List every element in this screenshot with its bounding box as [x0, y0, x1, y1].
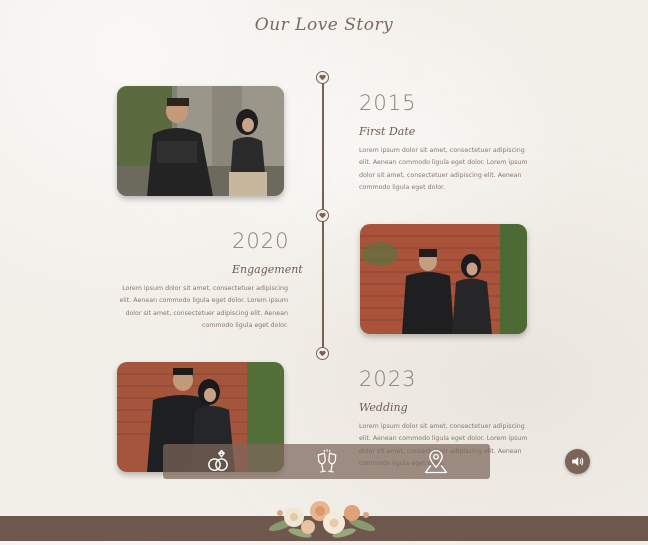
timeline-event-title: Wedding	[359, 401, 408, 414]
bottom-nav-bar	[163, 444, 490, 479]
heart-icon	[319, 350, 326, 357]
speaker-icon	[572, 457, 584, 466]
nav-button-celebration[interactable]	[307, 446, 347, 478]
section-title: Our Love Story	[254, 15, 394, 35]
timeline-event-title: First Date	[359, 125, 416, 138]
timeline-heart-marker	[316, 209, 329, 222]
audio-toggle-button[interactable]	[565, 449, 590, 474]
timeline-event-title: Engagement	[232, 263, 303, 276]
champagne-toast-icon	[317, 448, 336, 473]
heart-icon	[319, 212, 326, 219]
timeline-year: 2020	[232, 229, 290, 253]
rings-icon	[207, 449, 228, 471]
timeline-description: Lorem ipsum dolor sit amet, consectetuer…	[359, 147, 528, 191]
couple-photo-engagement	[360, 224, 527, 334]
timeline-description: Lorem ipsum dolor sit amet, consectetuer…	[119, 285, 288, 329]
heart-icon	[319, 74, 326, 81]
timeline-heart-marker	[316, 71, 329, 84]
map-pin-icon	[424, 449, 447, 473]
couple-photo-first-date	[117, 86, 284, 196]
timeline-year: 2023	[359, 367, 417, 391]
nav-button-location[interactable]	[416, 446, 456, 478]
floral-ornament	[262, 495, 382, 541]
timeline-heart-marker	[316, 347, 329, 360]
nav-button-rings[interactable]	[198, 446, 238, 478]
timeline-year: 2015	[359, 91, 417, 115]
